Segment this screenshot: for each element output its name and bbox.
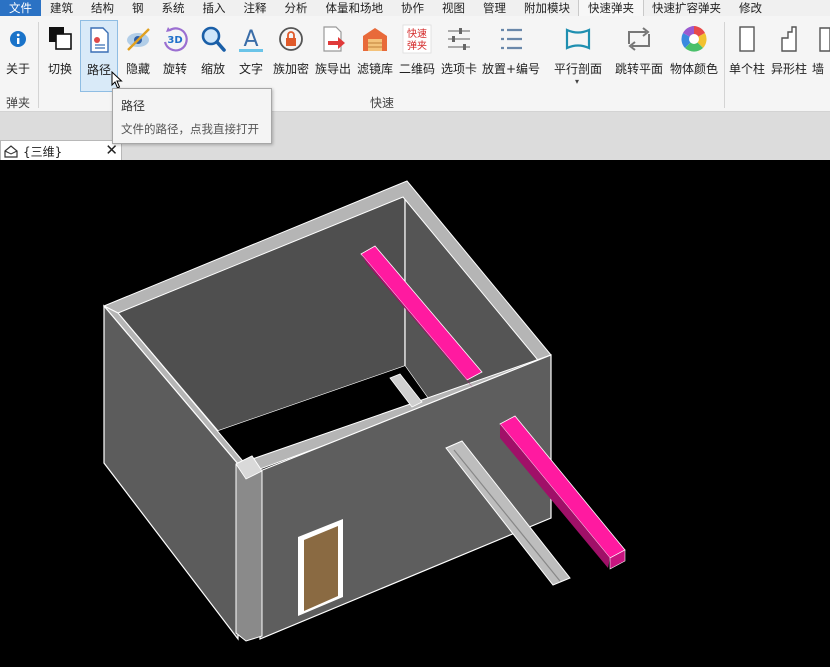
single-column-label: 单个柱 [728, 62, 765, 76]
family-export-label: 族导出 [314, 62, 351, 76]
filter-library-icon [363, 28, 387, 51]
single-column-button[interactable]: 单个柱 [727, 20, 767, 92]
menu-tab-structure[interactable]: 结构 [82, 0, 123, 16]
special-column-icon [781, 26, 797, 52]
family-encrypt-label: 族加密 [272, 62, 309, 76]
3d-model-canvas [102, 180, 626, 642]
menu-tab-file[interactable]: 文件 [0, 0, 41, 16]
option-tab-icon [448, 28, 470, 50]
jump-plan-label: 跳转平面 [614, 62, 663, 76]
hide-icon [127, 28, 150, 51]
special-column-button[interactable]: 异形柱 [769, 20, 809, 92]
rotate-button[interactable]: 3D 旋转 [157, 20, 193, 92]
about-label: 关于 [5, 62, 30, 76]
menu-tab-view[interactable]: 视图 [433, 0, 474, 16]
door-panel[interactable] [304, 526, 338, 611]
object-color-button[interactable]: 物体颜色 [667, 20, 721, 92]
hide-label: 隐藏 [125, 62, 150, 76]
object-color-label: 物体颜色 [669, 62, 718, 76]
family-export-button[interactable]: 族导出 [313, 20, 353, 92]
family-export-icon [323, 26, 345, 52]
path-button[interactable]: 路径 [80, 20, 123, 92]
3d-viewport[interactable] [0, 160, 830, 667]
jump-plan-icon [628, 27, 650, 51]
rotate-3d-icon: 3D [163, 27, 188, 52]
zoom-button[interactable]: 缩放 [195, 20, 231, 92]
place-number-label: 放置+编号 [481, 62, 541, 76]
option-tab-label: 选项卡 [440, 62, 477, 76]
qr-code-label: 二维码 [398, 62, 435, 76]
single-column-icon [739, 26, 755, 52]
menu-tab-addins[interactable]: 附加模块 [515, 0, 579, 16]
path-icon [90, 27, 109, 53]
tab-3d-view[interactable]: {三维} ✕ [0, 140, 122, 160]
menu-tab-architecture[interactable]: 建筑 [41, 0, 82, 16]
option-tab-button[interactable]: 选项卡 [439, 20, 479, 92]
parallel-section-icon [565, 28, 591, 50]
tab-title: {三维} [23, 145, 63, 159]
wall-button[interactable]: 墙 [811, 20, 830, 92]
house-icon [4, 145, 18, 158]
qr-code-icon: 快速 弹夹 [402, 24, 432, 54]
switch-icon [49, 27, 72, 50]
menu-tab-steel[interactable]: 钢 [123, 0, 153, 16]
menu-tab-quick-clip[interactable]: 快速弹夹 [578, 0, 644, 17]
menu-tab-quick-expand-clip[interactable]: 快速扩容弹夹 [643, 0, 730, 16]
wall-icon [819, 27, 830, 52]
family-encrypt-button[interactable]: 族加密 [271, 20, 311, 92]
rotate-3d-text: 3D [167, 35, 182, 46]
hide-button[interactable]: 隐藏 [120, 20, 156, 92]
about-button[interactable]: 关于 [2, 20, 34, 92]
zoom-icon [201, 26, 226, 52]
place-number-button[interactable]: 放置+编号 [481, 20, 541, 92]
menu-bar: 文件 建筑 结构 钢 系统 插入 注释 分析 体量和场地 协作 视图 管理 附加… [0, 0, 830, 17]
parallel-section-label: 平行剖面 [553, 62, 602, 76]
family-encrypt-icon [279, 27, 303, 51]
object-color-icon [681, 26, 707, 52]
text-button[interactable]: A 文字 [233, 20, 269, 92]
group-label-clip: 弹夹 [6, 96, 31, 110]
parallel-section-button[interactable]: 平行剖面 ▾ [549, 20, 607, 92]
menu-tab-modify[interactable]: 修改 [730, 0, 771, 16]
menu-tab-collaborate[interactable]: 协作 [392, 0, 433, 16]
menu-tab-systems[interactable]: 系统 [153, 0, 194, 16]
switch-button[interactable]: 切换 [42, 20, 78, 92]
filter-library-button[interactable]: 滤镜库 [355, 20, 395, 92]
wall-label: 墙 [812, 62, 825, 76]
rotate-label: 旋转 [162, 62, 187, 76]
qr-code-text-top: 快速 [407, 28, 427, 40]
corner-column [235, 455, 263, 642]
zoom-label: 缩放 [200, 62, 225, 76]
group-separator [724, 22, 725, 108]
menu-tab-insert[interactable]: 插入 [194, 0, 235, 16]
place-number-icon [501, 28, 522, 50]
switch-label: 切换 [47, 62, 72, 76]
tooltip: 路径 文件的路径，点我直接打开 [112, 88, 272, 144]
group-label-quick: 快速 [370, 96, 395, 110]
group-separator [38, 22, 39, 108]
menu-tab-massing-site[interactable]: 体量和场地 [317, 0, 393, 16]
special-column-label: 异形柱 [770, 62, 807, 76]
menu-tab-analyze[interactable]: 分析 [276, 0, 317, 16]
tooltip-description: 文件的路径，点我直接打开 [121, 122, 259, 136]
menu-tab-annotate[interactable]: 注释 [235, 0, 276, 16]
menu-tab-manage[interactable]: 管理 [474, 0, 515, 16]
chevron-down-icon[interactable]: ▾ [575, 77, 579, 86]
info-icon [10, 31, 26, 47]
qr-code-text-bottom: 弹夹 [407, 39, 427, 52]
filter-library-label: 滤镜库 [356, 62, 393, 76]
text-label: 文字 [238, 62, 263, 76]
qr-code-button[interactable]: 快速 弹夹 二维码 [397, 20, 437, 92]
text-icon: A [239, 27, 263, 52]
text-icon-glyph: A [243, 27, 258, 52]
jump-plan-button[interactable]: 跳转平面 [613, 20, 665, 92]
tooltip-title: 路径 [121, 99, 146, 113]
